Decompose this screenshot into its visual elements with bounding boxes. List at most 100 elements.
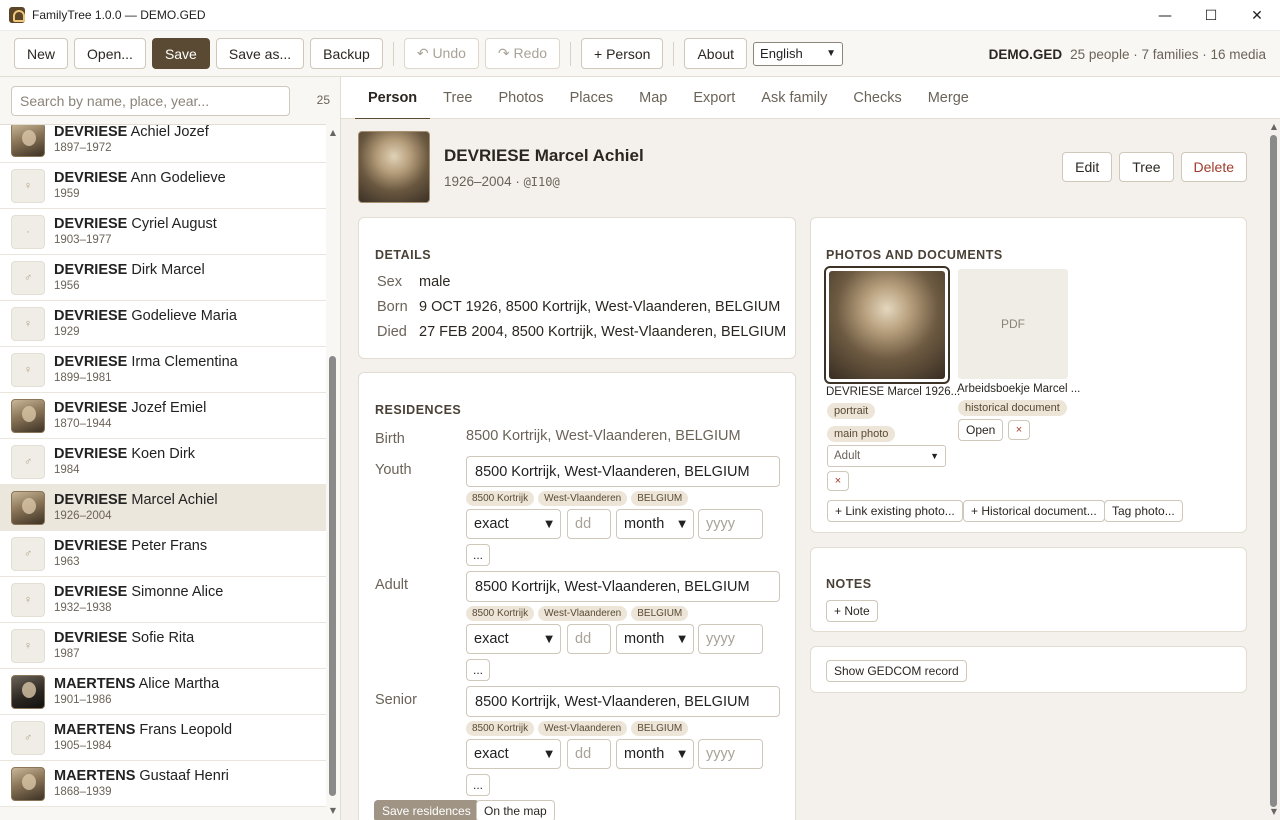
window-controls: — ☐ ✕	[1142, 0, 1280, 31]
maximize-icon[interactable]: ☐	[1188, 0, 1234, 31]
remove-document-button[interactable]: ×	[1008, 420, 1030, 440]
redo-button[interactable]: ↷ Redo	[484, 38, 561, 69]
year-input[interactable]: yyyy	[698, 739, 763, 769]
search-box[interactable]	[11, 86, 290, 116]
tab-map[interactable]: Map	[626, 77, 680, 119]
historical-document-button[interactable]: + Historical document...	[963, 500, 1105, 522]
search-input[interactable]	[20, 93, 289, 109]
year-input[interactable]: yyyy	[698, 509, 763, 539]
person-list-item[interactable]: ♀ DEVRIESE Simonne Alice 1932–1938	[0, 577, 326, 623]
day-input[interactable]: dd	[567, 509, 611, 539]
day-input[interactable]: dd	[567, 739, 611, 769]
detail-label: Sex	[377, 274, 402, 290]
month-select[interactable]: month ▼	[616, 624, 694, 654]
pdf-icon: PDF	[1001, 317, 1025, 331]
minimize-icon[interactable]: —	[1142, 0, 1188, 31]
date-qualifier-select[interactable]: exact ▼	[466, 624, 561, 654]
person-list-item[interactable]: DEVRIESE Marcel Achiel 1926–2004	[0, 485, 326, 531]
person-list-item[interactable]: MAERTENS Gustaaf Henri 1868–1939	[0, 761, 326, 807]
person-list-item[interactable]: ♀ DEVRIESE Ann Godelieve 1959	[0, 163, 326, 209]
open-button[interactable]: Open...	[74, 38, 146, 69]
date-qualifier-select[interactable]: exact ▼	[466, 739, 561, 769]
person-list-item[interactable]: · DEVRIESE Cyriel August 1903–1977	[0, 209, 326, 255]
date-qualifier-select[interactable]: exact ▼	[466, 509, 561, 539]
place-chip[interactable]: 8500 Kortrijk	[466, 491, 535, 506]
scroll-up-icon[interactable]: ▲	[328, 128, 338, 138]
place-chip[interactable]: BELGIUM	[631, 491, 689, 506]
place-chip[interactable]: 8500 Kortrijk	[466, 721, 535, 736]
person-list-item[interactable]: MAERTENS Alice Martha 1901–1986	[0, 669, 326, 715]
person-list-item[interactable]: ♀ DEVRIESE Irma Clementina 1899–1981	[0, 347, 326, 393]
more-options-button[interactable]: ...	[466, 544, 490, 566]
person-years: 1868–1939	[54, 785, 112, 798]
scrollbar-thumb[interactable]	[1270, 135, 1277, 807]
edit-button[interactable]: Edit	[1062, 152, 1113, 182]
female-icon: ♀	[11, 628, 45, 663]
place-chip[interactable]: 8500 Kortrijk	[466, 606, 535, 621]
person-text: MAERTENS Frans Leopold 1905–1984	[54, 722, 232, 754]
close-icon[interactable]: ✕	[1234, 0, 1280, 31]
residence-place-input[interactable]: 8500 Kortrijk, West-Vlaanderen, BELGIUM	[466, 571, 780, 602]
link-existing-photo-button[interactable]: + Link existing photo...	[827, 500, 963, 522]
person-list-item[interactable]: ♀ DEVRIESE Sofie Rita 1987	[0, 623, 326, 669]
about-button[interactable]: About	[684, 38, 748, 69]
residence-place-input[interactable]: 8500 Kortrijk, West-Vlaanderen, BELGIUM	[466, 456, 780, 487]
month-select[interactable]: month ▼	[616, 509, 694, 539]
tag-photo-button[interactable]: Tag photo...	[1104, 500, 1183, 522]
scroll-down-icon[interactable]: ▼	[1269, 807, 1279, 817]
place-chip[interactable]: West-Vlaanderen	[538, 721, 628, 736]
more-options-button[interactable]: ...	[466, 774, 490, 796]
tab-ask-family[interactable]: Ask family	[748, 77, 840, 119]
person-list-item[interactable]: ♂ MAERTENS Frans Leopold 1905–1984	[0, 715, 326, 761]
scroll-up-icon[interactable]: ▲	[1269, 122, 1279, 132]
scrollbar-thumb[interactable]	[329, 356, 336, 796]
photo-period-select[interactable]: Adult ▼	[827, 445, 946, 467]
place-chip[interactable]: BELGIUM	[631, 721, 689, 736]
main-photo-thumb[interactable]	[824, 266, 950, 384]
add-note-button[interactable]: + Note	[826, 600, 878, 622]
sidebar-scrollbar[interactable]: ▲ ▼	[327, 124, 339, 820]
backup-button[interactable]: Backup	[310, 38, 383, 69]
person-list-item[interactable]: DEVRIESE Achiel Jozef 1897–1972	[0, 125, 326, 163]
tab-tree[interactable]: Tree	[430, 77, 485, 119]
tab-places[interactable]: Places	[557, 77, 627, 119]
new-button[interactable]: New	[14, 38, 69, 69]
save-as-button[interactable]: Save as...	[215, 38, 305, 69]
month-select[interactable]: month ▼	[616, 739, 694, 769]
person-list-item[interactable]: ♀ DEVRIESE Godelieve Maria 1929	[0, 301, 326, 347]
residence-place-input[interactable]: 8500 Kortrijk, West-Vlaanderen, BELGIUM	[466, 686, 780, 717]
save-button[interactable]: Save	[151, 38, 210, 69]
show-gedcom-button[interactable]: Show GEDCOM record	[826, 660, 967, 682]
person-text: DEVRIESE Marcel Achiel 1926–2004	[54, 492, 218, 524]
delete-button[interactable]: Delete	[1180, 152, 1247, 182]
pdf-thumb[interactable]: PDF	[958, 269, 1068, 379]
open-document-button[interactable]: Open	[958, 419, 1004, 441]
remove-photo-button[interactable]: ×	[827, 471, 849, 491]
scroll-down-icon[interactable]: ▼	[328, 806, 338, 816]
year-input[interactable]: yyyy	[698, 624, 763, 654]
people-sidebar: 25 DEVRIESE Achiel Jozef1897–1972♀DEVRIE…	[0, 77, 341, 820]
on-the-map-button[interactable]: On the map	[476, 800, 555, 820]
tab-person[interactable]: Person	[355, 77, 431, 120]
undo-button[interactable]: ↶ Undo	[403, 38, 479, 69]
person-list-item[interactable]: ♂ DEVRIESE Dirk Marcel 1956	[0, 255, 326, 301]
tab-photos[interactable]: Photos	[485, 77, 556, 119]
place-chip[interactable]: West-Vlaanderen	[538, 606, 628, 621]
tree-button[interactable]: Tree	[1119, 152, 1174, 182]
tab-export[interactable]: Export	[680, 77, 748, 119]
more-options-button[interactable]: ...	[466, 659, 490, 681]
person-list-item[interactable]: ♂ DEVRIESE Koen Dirk 1984	[0, 439, 326, 485]
main-scrollbar[interactable]: ▲ ▼	[1268, 119, 1280, 820]
place-chip[interactable]: BELGIUM	[631, 606, 689, 621]
place-chip[interactable]: West-Vlaanderen	[538, 491, 628, 506]
tab-checks[interactable]: Checks	[840, 77, 914, 119]
person-list-item[interactable]: ♂ DEVRIESE Peter Frans 1963	[0, 531, 326, 577]
add-person-button[interactable]: + Person	[581, 38, 664, 69]
person-name: DEVRIESE Dirk Marcel	[54, 262, 205, 279]
person-surname: DEVRIESE	[54, 215, 128, 232]
save-residences-button[interactable]: Save residences	[374, 800, 479, 820]
person-list-item[interactable]: DEVRIESE Jozef Emiel 1870–1944	[0, 393, 326, 439]
day-input[interactable]: dd	[567, 624, 611, 654]
tab-merge[interactable]: Merge	[915, 77, 982, 119]
language-select[interactable]: English ▼	[753, 41, 844, 66]
